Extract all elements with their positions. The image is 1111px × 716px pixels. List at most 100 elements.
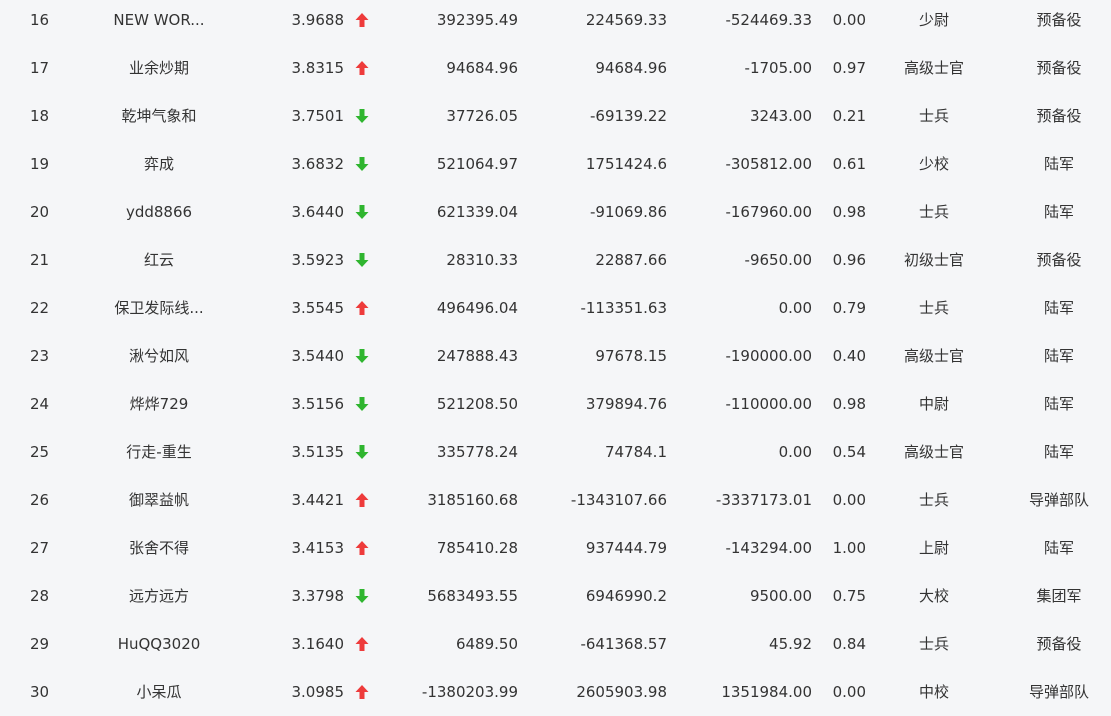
value-3-cell: -305812.00 bbox=[725, 155, 812, 173]
value-3-cell: -1705.00 bbox=[744, 59, 812, 77]
username-cell[interactable]: 湫兮如风 bbox=[95, 334, 223, 382]
table-row[interactable]: 20 ydd8866 3.6440 621339.04 -91069.86 -167960… bbox=[0, 190, 1111, 238]
ratio-cell: 0.96 bbox=[832, 251, 866, 269]
military-rank-cell: 大校 bbox=[918, 587, 949, 605]
rank-cell: 25 bbox=[30, 443, 50, 461]
table-row[interactable]: 18 乾坤气象和 3.7501 37726.05 -69139.22 3243.00 0.2… bbox=[0, 94, 1111, 142]
username-cell[interactable]: 乾坤气象和 bbox=[95, 94, 223, 142]
rank-cell: 19 bbox=[30, 155, 50, 173]
military-rank-cell: 士兵 bbox=[918, 635, 949, 653]
value-2-cell: -113351.63 bbox=[580, 299, 667, 317]
username-cell[interactable]: 小呆瓜 bbox=[95, 670, 223, 716]
military-rank-cell: 初级士官 bbox=[903, 251, 964, 269]
username-cell[interactable]: ydd8866 bbox=[95, 190, 223, 238]
value-3-cell: 45.92 bbox=[769, 635, 812, 653]
value-3-cell: 1351984.00 bbox=[721, 683, 812, 701]
value-2-cell: 224569.33 bbox=[585, 11, 667, 29]
value-2-cell: -69139.22 bbox=[590, 107, 667, 125]
value-3-cell: 3243.00 bbox=[749, 107, 812, 125]
branch-cell: 陆军 bbox=[1043, 347, 1074, 365]
arrow-up-icon bbox=[354, 636, 370, 652]
military-rank-cell: 中尉 bbox=[918, 395, 949, 413]
value-3-cell: -3337173.01 bbox=[715, 491, 812, 509]
value-3-cell: -110000.00 bbox=[725, 395, 812, 413]
military-rank-cell: 高级士官 bbox=[903, 443, 964, 461]
score-cell: 3.4421 bbox=[291, 491, 345, 509]
value-3-cell: -167960.00 bbox=[725, 203, 812, 221]
value-1-cell: 247888.43 bbox=[436, 347, 518, 365]
value-2-cell: 1751424.6 bbox=[585, 155, 667, 173]
military-rank-cell: 高级士官 bbox=[903, 347, 964, 365]
value-1-cell: 94684.96 bbox=[446, 59, 518, 77]
arrow-down-icon bbox=[354, 156, 370, 172]
value-2-cell: -641368.57 bbox=[580, 635, 667, 653]
arrow-down-icon bbox=[354, 204, 370, 220]
military-rank-cell: 中校 bbox=[918, 683, 949, 701]
military-rank-cell: 高级士官 bbox=[903, 59, 964, 77]
branch-cell: 预备役 bbox=[1036, 635, 1082, 653]
value-2-cell: 6946990.2 bbox=[585, 587, 667, 605]
branch-cell: 陆军 bbox=[1043, 299, 1074, 317]
value-2-cell: 22887.66 bbox=[595, 251, 667, 269]
value-1-cell: 521064.97 bbox=[436, 155, 518, 173]
value-1-cell: -1380203.99 bbox=[421, 683, 518, 701]
score-cell: 3.5545 bbox=[291, 299, 345, 317]
value-2-cell: 74784.1 bbox=[604, 443, 667, 461]
arrow-up-icon bbox=[354, 12, 370, 28]
arrow-down-icon bbox=[354, 444, 370, 460]
rank-cell: 24 bbox=[30, 395, 50, 413]
table-row[interactable]: 25 行走-重生 3.5135 335778.24 74784.1 0.00 0.54 高级士… bbox=[0, 430, 1111, 478]
table-row[interactable]: 19 弈成 3.6832 521064.97 1751424.6 -305812.00 0.… bbox=[0, 142, 1111, 190]
branch-cell: 导弹部队 bbox=[1028, 683, 1089, 701]
score-cell: 3.9688 bbox=[291, 11, 345, 29]
username-cell[interactable]: 业余炒期 bbox=[95, 46, 223, 94]
value-1-cell: 496496.04 bbox=[436, 299, 518, 317]
table-row[interactable]: 24 烨烨729 3.5156 521208.50 379894.76 -110000.0… bbox=[0, 382, 1111, 430]
score-cell: 3.5440 bbox=[291, 347, 345, 365]
table-row[interactable]: 30 小呆瓜 3.0985 -1380203.99 2605903.98 1351984.… bbox=[0, 670, 1111, 716]
table-row[interactable]: 23 湫兮如风 3.5440 247888.43 97678.15 -190000.00 0… bbox=[0, 334, 1111, 382]
military-rank-cell: 少尉 bbox=[918, 11, 949, 29]
rank-cell: 20 bbox=[30, 203, 50, 221]
username-cell[interactable]: NEW WOR... bbox=[95, 0, 223, 46]
value-1-cell: 28310.33 bbox=[446, 251, 518, 269]
branch-cell: 预备役 bbox=[1036, 11, 1082, 29]
value-1-cell: 5683493.55 bbox=[427, 587, 518, 605]
table-row[interactable]: 29 HuQQ3020 3.1640 6489.50 -641368.57 45.92 0.… bbox=[0, 622, 1111, 670]
rank-cell: 26 bbox=[30, 491, 50, 509]
table-row[interactable]: 22 保卫发际线... 3.5545 496496.04 -113351.63 0.00 0… bbox=[0, 286, 1111, 334]
value-3-cell: 0.00 bbox=[778, 299, 812, 317]
score-cell: 3.5923 bbox=[291, 251, 345, 269]
ratio-cell: 0.79 bbox=[832, 299, 866, 317]
arrow-up-icon bbox=[354, 60, 370, 76]
username-cell[interactable]: 红云 bbox=[95, 238, 223, 286]
ratio-cell: 0.98 bbox=[832, 203, 866, 221]
arrow-down-icon bbox=[354, 396, 370, 412]
rank-cell: 16 bbox=[30, 11, 50, 29]
username-cell[interactable]: 御翠益帆 bbox=[95, 478, 223, 526]
table-row[interactable]: 17 业余炒期 3.8315 94684.96 94684.96 -1705.00 0.97… bbox=[0, 46, 1111, 94]
ranking-table: 16 NEW WOR... 3.9688 392395.49 224569.33 -524… bbox=[0, 0, 1111, 716]
military-rank-cell: 士兵 bbox=[918, 107, 949, 125]
branch-cell: 预备役 bbox=[1036, 251, 1082, 269]
username-cell[interactable]: 行走-重生 bbox=[95, 430, 223, 478]
arrow-up-icon bbox=[354, 540, 370, 556]
branch-cell: 预备役 bbox=[1036, 59, 1082, 77]
score-cell: 3.1640 bbox=[291, 635, 345, 653]
username-cell[interactable]: 保卫发际线... bbox=[95, 286, 223, 334]
table-row[interactable]: 28 远方远方 3.3798 5683493.55 6946990.2 9500.00 0.… bbox=[0, 574, 1111, 622]
username-cell[interactable]: 张舍不得 bbox=[95, 526, 223, 574]
branch-cell: 陆军 bbox=[1043, 395, 1074, 413]
score-cell: 3.6832 bbox=[291, 155, 345, 173]
ratio-cell: 0.00 bbox=[832, 11, 866, 29]
username-cell[interactable]: 远方远方 bbox=[95, 574, 223, 622]
table-row[interactable]: 26 御翠益帆 3.4421 3185160.68 -1343107.66 -333717… bbox=[0, 478, 1111, 526]
username-cell[interactable]: HuQQ3020 bbox=[95, 622, 223, 670]
table-row[interactable]: 27 张舍不得 3.4153 785410.28 937444.79 -143294.00… bbox=[0, 526, 1111, 574]
branch-cell: 导弹部队 bbox=[1028, 491, 1089, 509]
value-2-cell: -1343107.66 bbox=[570, 491, 667, 509]
username-cell[interactable]: 弈成 bbox=[95, 142, 223, 190]
username-cell[interactable]: 烨烨729 bbox=[95, 382, 223, 430]
table-row[interactable]: 21 红云 3.5923 28310.33 22887.66 -9650.00 0.96 初级… bbox=[0, 238, 1111, 286]
table-row[interactable]: 16 NEW WOR... 3.9688 392395.49 224569.33 -524… bbox=[0, 0, 1111, 46]
